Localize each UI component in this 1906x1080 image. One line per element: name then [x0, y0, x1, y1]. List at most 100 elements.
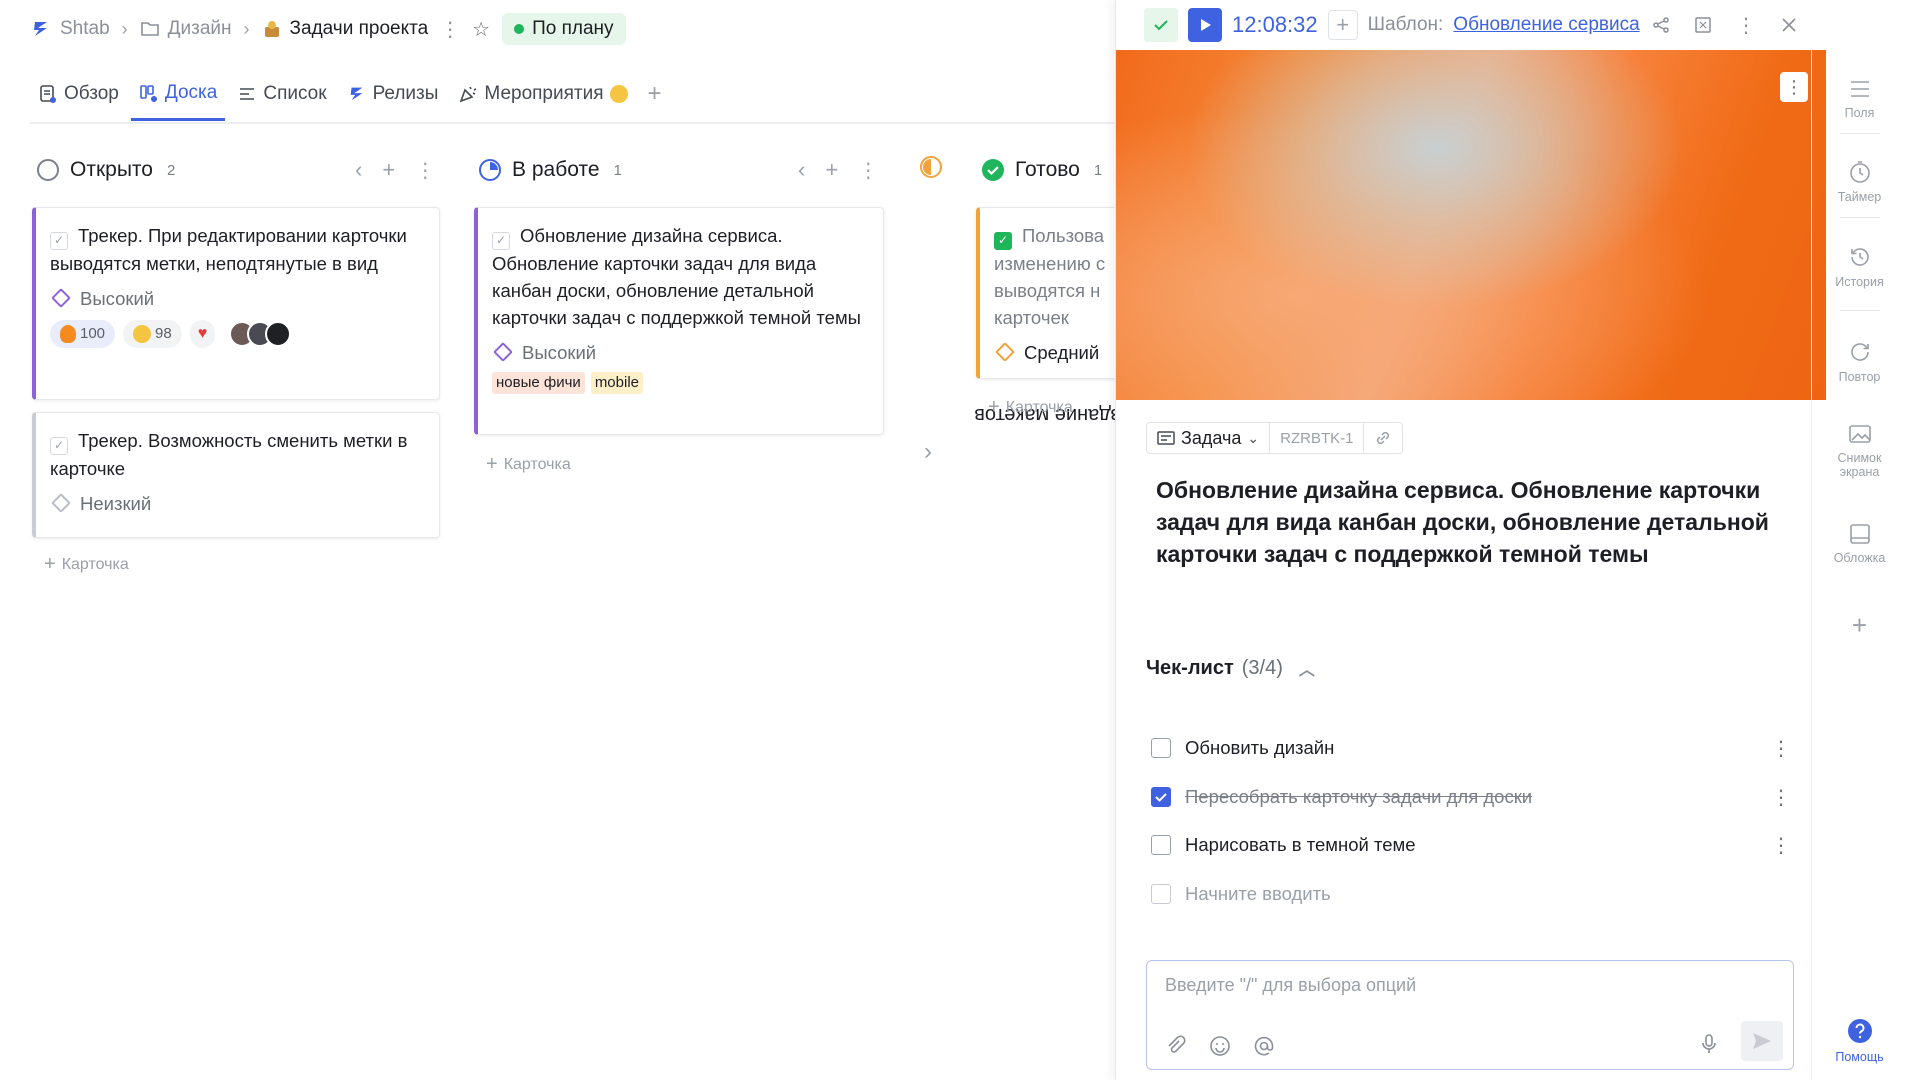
column-header-mockups[interactable]: Создание макетов 12 — [915, 196, 1145, 426]
sidebar-item-screenshot[interactable]: Снимок экрана — [1812, 423, 1906, 479]
expand-icon[interactable] — [1694, 16, 1712, 34]
share-icon[interactable] — [1652, 16, 1670, 34]
collapse-left-icon[interactable]: ‹ — [355, 157, 362, 183]
project-emoji-icon — [264, 21, 279, 37]
chevron-right-icon: › — [243, 18, 250, 39]
task-card[interactable]: ✓ Обновление дизайна сервиса. Обновление … — [474, 207, 884, 435]
more-vertical-icon[interactable]: ⋮ — [1736, 13, 1756, 38]
send-button[interactable] — [1741, 1021, 1783, 1061]
task-card[interactable]: ✓ Трекер. При редактировании карточки выв… — [32, 207, 440, 400]
column-header-done: Готово 1 — [981, 152, 1102, 188]
reactions: 100 98 ♥ — [50, 319, 427, 348]
add-card-button[interactable]: + Карточка — [44, 553, 129, 576]
emoji-icon[interactable] — [1209, 1035, 1231, 1057]
mention-icon[interactable] — [1253, 1035, 1275, 1057]
card-title: ✓ Трекер. Возможность сменить метки в кар… — [50, 430, 408, 479]
avatar-group[interactable] — [229, 320, 292, 347]
tab-releases[interactable]: Релизы — [339, 77, 447, 119]
cover-menu-button[interactable]: ⋮ — [1780, 72, 1808, 102]
checklist-new-item-input[interactable]: Начните вводить — [1151, 879, 1791, 909]
more-vertical-icon[interactable]: ⋮ — [1771, 785, 1791, 810]
close-icon[interactable] — [1780, 16, 1798, 34]
copy-link-button[interactable] — [1364, 423, 1402, 453]
task-detail-panel: 12:08:32 + Шаблон: Обновление сервиса ⋮ … — [1115, 0, 1906, 1080]
reaction-scream[interactable]: 98 — [123, 319, 182, 348]
more-vertical-icon[interactable]: ⋮ — [440, 17, 460, 42]
add-card-button[interactable]: + Карточка — [486, 453, 571, 476]
priority-high-icon — [493, 342, 513, 362]
column-actions-open: ‹ + ⋮ — [355, 152, 435, 188]
tabs-divider — [30, 122, 1115, 124]
tab-events[interactable]: Мероприятия — [450, 77, 635, 119]
card-title: ✓ Обновление дизайна сервиса. Обновление … — [492, 225, 861, 328]
complete-task-button[interactable] — [1144, 8, 1178, 42]
microphone-icon[interactable] — [1699, 1033, 1719, 1055]
link-icon — [1377, 431, 1390, 445]
sidebar-item-history[interactable]: История — [1812, 245, 1906, 289]
tag-label[interactable]: новые фичи — [492, 371, 585, 394]
more-vertical-icon[interactable]: ⋮ — [1771, 736, 1791, 761]
checkbox[interactable] — [1151, 835, 1171, 855]
chevron-down-icon: ⌄ — [1247, 429, 1260, 446]
task-type-selector: Задача ⌄ RZRBTK-1 — [1146, 422, 1404, 454]
task-title[interactable]: Обновление дизайна сервиса. Обновление к… — [1156, 474, 1796, 570]
tab-overview[interactable]: Обзор — [30, 77, 127, 119]
card-title: ✓ Пользова изменению с выводятся н карточ… — [994, 225, 1106, 328]
checklist-header[interactable]: Чек-лист (3/4) ︿ — [1146, 656, 1315, 680]
checkbox-icon[interactable]: ✓ — [50, 231, 68, 250]
add-tab-button[interactable]: + — [640, 74, 670, 122]
sidebar-item-cover[interactable]: Обложка — [1812, 523, 1906, 565]
breadcrumb-workspace[interactable]: Shtab — [30, 18, 110, 40]
checkbox-checked[interactable] — [1151, 787, 1171, 807]
status-badge[interactable]: По плану — [502, 13, 626, 45]
breadcrumb-folder[interactable]: Дизайн — [140, 18, 232, 40]
tag-label[interactable]: mobile — [590, 371, 643, 394]
sidebar-add-button[interactable]: + — [1812, 612, 1906, 638]
add-time-button[interactable]: + — [1327, 10, 1358, 40]
checkbox-checked-icon[interactable]: ✓ — [994, 231, 1012, 250]
timer-play-button[interactable] — [1188, 8, 1222, 42]
add-card-icon[interactable]: + — [382, 157, 395, 183]
sidebar-item-fields[interactable]: Поля — [1812, 78, 1906, 120]
task-id[interactable]: RZRBTK-1 — [1270, 423, 1365, 453]
template-link[interactable]: Обновление сервиса — [1453, 14, 1639, 36]
status-done-icon — [982, 159, 1004, 181]
tab-board[interactable]: Доска — [130, 76, 226, 121]
checklist-item[interactable]: Пересобрать карточку задачи для доски ⋮ — [1151, 782, 1791, 812]
comment-input[interactable] — [1165, 975, 1765, 996]
reaction-heart[interactable]: ♥ — [189, 319, 216, 348]
task-card[interactable]: ✓ Трекер. Возможность сменить метки в кар… — [32, 412, 440, 538]
timer-icon — [1849, 161, 1870, 183]
add-card-button[interactable]: + Карточка — [988, 396, 1073, 419]
checkbox-icon[interactable]: ✓ — [492, 231, 510, 250]
checkbox-icon[interactable]: ✓ — [50, 436, 68, 455]
collapse-left-icon[interactable]: ‹ — [798, 157, 805, 183]
checklist-item[interactable]: Нарисовать в темной теме ⋮ — [1151, 830, 1791, 860]
expand-column-icon[interactable]: › — [924, 438, 932, 466]
fire-emoji-icon — [60, 324, 76, 343]
attach-icon[interactable] — [1165, 1035, 1187, 1057]
sidebar-divider — [1840, 310, 1880, 311]
more-vertical-icon[interactable]: ⋮ — [415, 158, 435, 183]
reaction-fire[interactable]: 100 — [50, 319, 116, 348]
more-vertical-icon[interactable]: ⋮ — [858, 158, 878, 183]
chevron-right-icon: › — [121, 18, 128, 39]
status-half-icon — [920, 156, 942, 178]
priority-low-icon — [51, 493, 71, 513]
sidebar-item-timer[interactable]: Таймер — [1812, 160, 1906, 204]
sidebar-divider — [1840, 133, 1880, 134]
checkbox[interactable] — [1151, 738, 1171, 758]
star-icon[interactable]: ☆ — [472, 17, 490, 42]
task-type-dropdown[interactable]: Задача ⌄ — [1147, 423, 1271, 453]
more-vertical-icon[interactable]: ⋮ — [1771, 833, 1791, 858]
breadcrumb-project[interactable]: Задачи проекта — [262, 18, 428, 40]
repeat-icon — [1850, 343, 1869, 361]
tab-list[interactable]: Список — [229, 77, 334, 119]
sidebar-item-help[interactable]: Помощь — [1812, 1018, 1906, 1064]
sidebar-item-repeat[interactable]: Повтор — [1812, 340, 1906, 384]
folder-icon — [140, 22, 159, 36]
broken-heart-emoji-icon: ♥ — [197, 325, 208, 342]
overview-icon — [40, 85, 56, 103]
add-card-icon[interactable]: + — [825, 157, 838, 183]
checklist-item[interactable]: Обновить дизайн ⋮ — [1151, 733, 1791, 763]
